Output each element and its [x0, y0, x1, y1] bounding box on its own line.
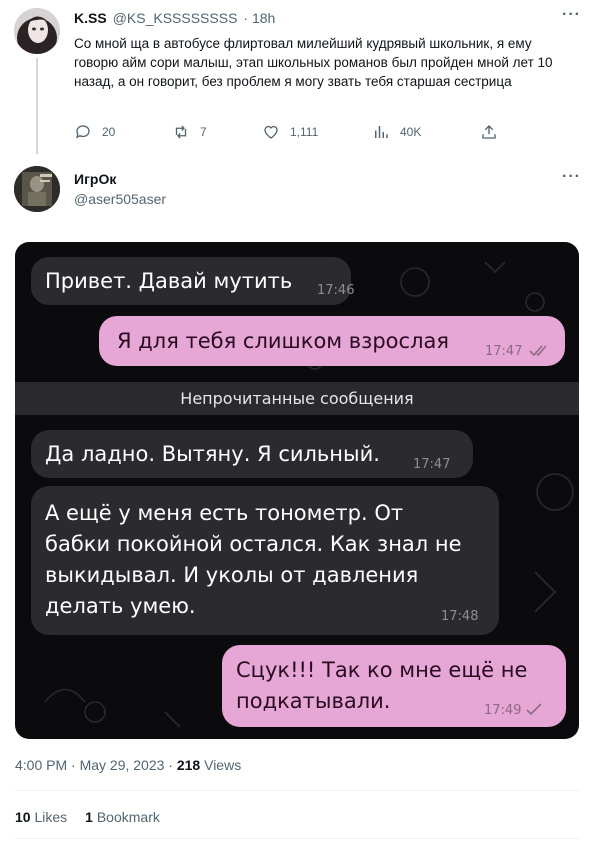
views-label: Views [204, 757, 242, 773]
unread-divider: Непрочитанные сообщения [15, 382, 579, 415]
reply-count: 20 [102, 125, 116, 139]
bookmarks-stat[interactable]: 1 Bookmark [85, 809, 160, 825]
retweet-button[interactable]: 7 [172, 123, 207, 141]
chat-message-outgoing[interactable]: Сцук!!! Так ко мне ещё не подкатывали. 1… [222, 645, 566, 727]
message-time: 17:46 [317, 283, 355, 298]
avatar[interactable] [14, 166, 60, 212]
divider [15, 790, 579, 791]
divider [15, 838, 579, 839]
views-button[interactable]: 40K [372, 123, 421, 141]
more-options-icon[interactable]: ··· [562, 6, 581, 24]
check-icon [526, 703, 542, 716]
avatar-image-icon [14, 8, 60, 54]
like-button[interactable]: 1,111 [262, 123, 318, 141]
more-options-icon[interactable]: ··· [562, 168, 581, 186]
avatar-image-icon [14, 166, 60, 212]
likes-stat[interactable]: 10 Likes [15, 809, 67, 825]
message-text: Я для тебя слишком взрослая [117, 329, 450, 353]
chat-message-incoming[interactable]: Да ладно. Вытяну. Я сильный. 17:47 [31, 430, 473, 478]
message-text: А ещё у меня есть тонометр. От бабки пок… [45, 501, 462, 618]
bar-chart-icon [375, 126, 388, 138]
share-button[interactable] [480, 123, 498, 141]
views-count: 218 [176, 757, 201, 773]
message-text: Да ладно. Вытяну. Я сильный. [45, 442, 380, 466]
tweet-text: Со мной ща в автобусе флиртовал милейший… [74, 36, 553, 89]
avatar[interactable] [14, 8, 60, 54]
tweet-timestamp[interactable]: 4:00 PM · May 29, 2023 · [15, 757, 173, 773]
reply-button[interactable]: 20 [74, 123, 115, 141]
thread-line [36, 58, 38, 154]
message-time: 17:49 [484, 703, 522, 718]
tweet-meta: 4:00 PM · May 29, 2023 · 218 Views [15, 757, 241, 773]
bookmarks-count: 1 [85, 809, 93, 825]
double-check-icon [529, 345, 547, 357]
chat-message-incoming[interactable]: А ещё у меня есть тонометр. От бабки пок… [31, 486, 499, 635]
author-handle[interactable]: @aser505aser [74, 191, 166, 207]
message-time: 17:47 [485, 344, 523, 359]
views-count: 40K [400, 125, 422, 139]
heart-icon [264, 125, 278, 139]
message-time: 17:47 [413, 457, 451, 472]
tweet-time[interactable]: · 18h [243, 10, 275, 26]
chat-message-outgoing[interactable]: Я для тебя слишком взрослая 17:47 [99, 316, 565, 366]
retweet-icon [175, 125, 187, 139]
author-name[interactable]: K.SS [74, 10, 107, 26]
chat-screenshot[interactable]: Привет. Давай мутить 17:46 Я для тебя сл… [15, 242, 579, 739]
message-text: Привет. Давай мутить [45, 269, 293, 293]
author-handle[interactable]: @KS_KSSSSSSSS [113, 10, 238, 26]
engagement-stats: 10 Likes 1 Bookmark [15, 809, 160, 825]
share-icon [482, 125, 496, 139]
author-name[interactable]: ИгрОк [74, 171, 116, 187]
like-count: 1,111 [290, 125, 319, 139]
chat-message-incoming[interactable]: Привет. Давай мутить 17:46 [31, 257, 355, 305]
message-time: 17:48 [441, 609, 479, 624]
retweet-count: 7 [200, 125, 207, 139]
reply-icon [75, 125, 90, 139]
likes-label: Likes [34, 809, 68, 825]
bookmarks-label: Bookmark [96, 809, 160, 825]
likes-count: 10 [15, 809, 31, 825]
